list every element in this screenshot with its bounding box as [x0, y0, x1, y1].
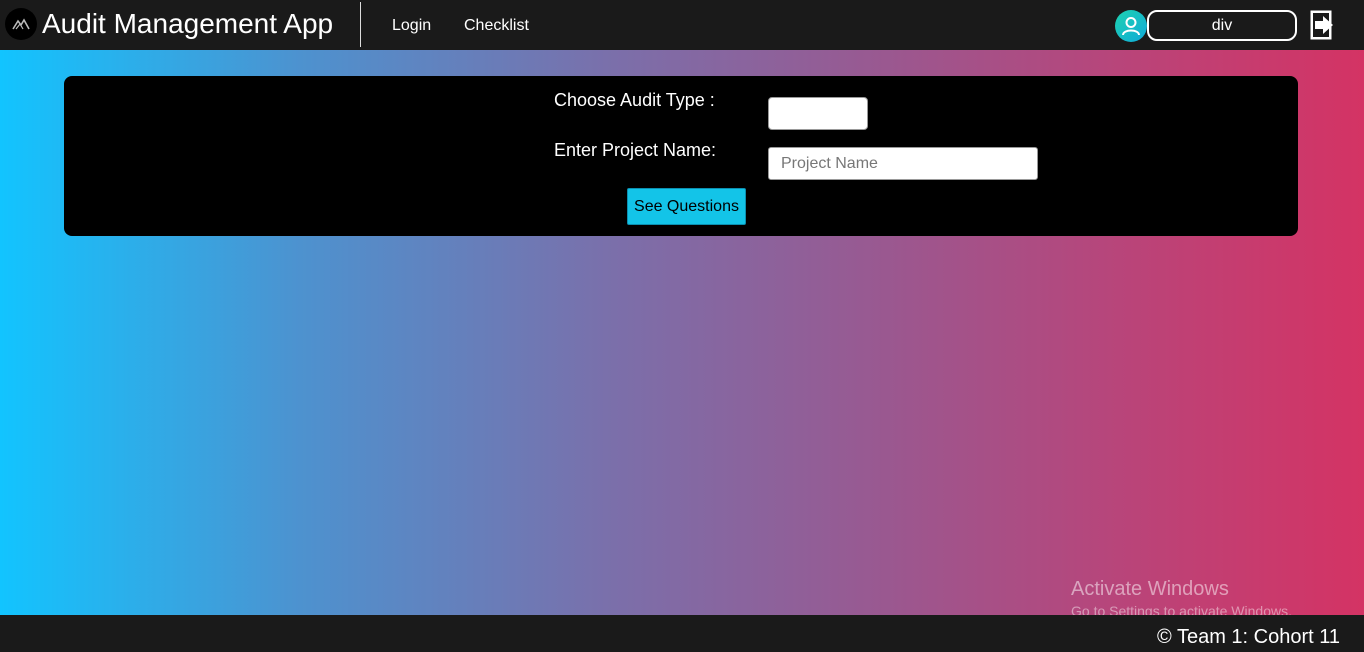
mountain-logo-icon[interactable]: [5, 8, 37, 40]
audit-type-select[interactable]: [768, 97, 868, 130]
username-display[interactable]: div: [1147, 10, 1297, 41]
navbar: Audit Management App Login Checklist div: [0, 0, 1364, 50]
activate-windows-watermark: Activate Windows: [1071, 578, 1229, 600]
project-name-input[interactable]: [768, 147, 1038, 180]
see-questions-button[interactable]: See Questions: [627, 188, 746, 225]
user-avatar-icon[interactable]: [1115, 10, 1147, 42]
project-name-label: Enter Project Name:: [554, 140, 717, 160]
nav-divider: [360, 2, 361, 47]
footer: © Team 1: Cohort 11: [0, 615, 1364, 652]
audit-form-panel: Choose Audit Type : Enter Project Name: …: [64, 76, 1298, 236]
app-title: Audit Management App: [42, 8, 334, 39]
nav-checklist-link[interactable]: Checklist: [464, 17, 529, 35]
nav-login-link[interactable]: Login: [392, 17, 431, 35]
audit-type-label: Choose Audit Type :: [554, 90, 715, 110]
logout-icon[interactable]: [1309, 9, 1337, 41]
footer-copyright: © Team 1: Cohort 11: [1157, 626, 1340, 648]
